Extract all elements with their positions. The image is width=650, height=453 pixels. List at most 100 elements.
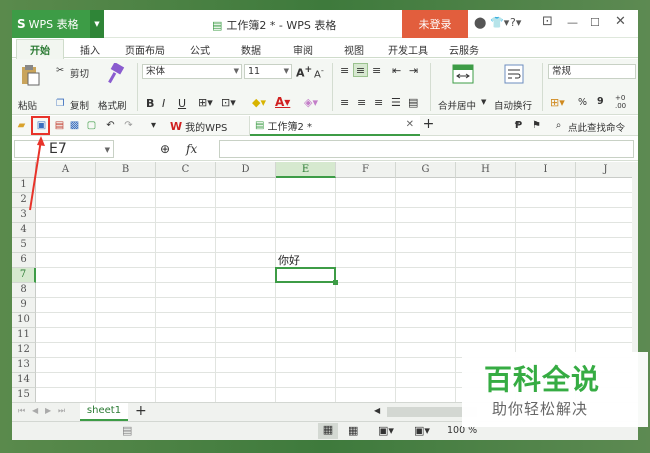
tab-page-layout[interactable]: 页面布局 xyxy=(125,42,165,57)
shrink-font-icon[interactable]: A- xyxy=(314,65,324,80)
tab-data[interactable]: 数据 xyxy=(241,42,261,57)
column-header-b[interactable]: B xyxy=(96,162,156,178)
grow-font-icon[interactable]: A+ xyxy=(296,64,312,80)
app-menu-button[interactable]: S WPS 表格 ▼ xyxy=(12,10,104,38)
row-header-5[interactable]: 5 xyxy=(12,238,36,253)
row-header-10[interactable]: 10 xyxy=(12,313,36,328)
tab-view[interactable]: 视图 xyxy=(344,42,364,57)
add-sheet-button[interactable]: + xyxy=(135,403,147,419)
column-header-h[interactable]: H xyxy=(456,162,516,178)
chevron-down-icon[interactable]: ▼ xyxy=(481,98,486,106)
print-preview-icon[interactable]: ▢ xyxy=(85,119,98,132)
border-icon[interactable]: ⊞▾ xyxy=(198,96,213,109)
sheet-tab-sheet1[interactable]: sheet1 xyxy=(80,403,128,421)
active-cell-e7[interactable] xyxy=(275,267,336,283)
currency-icon[interactable]: ⊞▾ xyxy=(550,96,565,109)
paste-icon[interactable] xyxy=(20,64,40,86)
column-header-e[interactable]: E xyxy=(276,162,336,178)
format-painter-button[interactable]: 格式刷 xyxy=(98,98,127,112)
sheet-nav-last-icon[interactable]: ⏭ xyxy=(58,406,65,416)
align-center-icon[interactable]: ≡ xyxy=(357,96,366,109)
page-layout-view-icon[interactable]: ▣▾ xyxy=(378,424,394,437)
column-header-j[interactable]: J xyxy=(576,162,636,178)
thousands-button[interactable]: 9 xyxy=(597,96,604,107)
tab-my-wps[interactable]: W 我的WPS xyxy=(165,116,250,136)
cell-e6[interactable]: 你好 xyxy=(278,253,300,268)
format-painter-icon[interactable] xyxy=(107,63,125,85)
new-tab-icon[interactable]: + xyxy=(422,117,435,131)
scissors-icon[interactable]: ✂ xyxy=(56,65,64,76)
zoom-search-icon[interactable]: ⊕ xyxy=(160,142,170,156)
distributed-icon[interactable]: ▤ xyxy=(408,96,418,109)
align-bottom-icon[interactable]: ≡ xyxy=(372,64,381,77)
close-tab-icon[interactable]: ✕ xyxy=(406,119,414,130)
row-header-12[interactable]: 12 xyxy=(12,343,36,358)
tab-insert[interactable]: 插入 xyxy=(80,42,100,57)
reading-mode-icon[interactable]: ▣▾ xyxy=(414,424,430,437)
copy-icon[interactable]: ❐ xyxy=(56,98,65,109)
command-search[interactable]: 点此查找命令 xyxy=(568,120,625,134)
clear-format-icon[interactable]: ◈▾ xyxy=(304,96,318,109)
tab-developer[interactable]: 开发工具 xyxy=(388,42,428,57)
align-right-icon[interactable]: ≡ xyxy=(374,96,383,109)
indent-decrease-icon[interactable]: ⇤ xyxy=(392,64,401,77)
tab-workbook[interactable]: ▤ 工作簿2 * ✕ xyxy=(250,116,420,136)
tab-home[interactable]: 开始 xyxy=(16,39,64,59)
sheet-nav-first-icon[interactable]: ⏮ xyxy=(18,406,25,416)
scroll-left-icon[interactable]: ◀ xyxy=(374,406,380,415)
tab-cloud[interactable]: 云服务 xyxy=(449,42,479,57)
insert-function-button[interactable]: fx xyxy=(186,142,197,156)
merge-center-icon[interactable] xyxy=(452,64,474,84)
help-icon[interactable]: ?▾ xyxy=(510,16,521,29)
formula-input[interactable] xyxy=(219,140,634,158)
wrap-text-button[interactable]: 自动换行 xyxy=(494,98,532,112)
fill-handle[interactable] xyxy=(333,280,338,285)
row-header-6[interactable]: 6 xyxy=(12,253,36,268)
login-button[interactable]: 未登录 xyxy=(402,10,468,38)
customize-icon[interactable]: ▾ xyxy=(147,119,160,132)
row-header-15[interactable]: 15 xyxy=(12,388,36,403)
sheet-nav-next-icon[interactable]: ▶ xyxy=(45,406,51,415)
tab-review[interactable]: 审阅 xyxy=(293,42,313,57)
column-header-i[interactable]: I xyxy=(516,162,576,178)
chevron-down-icon[interactable]: ▼ xyxy=(90,10,104,38)
wrap-text-icon[interactable] xyxy=(504,64,524,84)
font-color-icon[interactable]: A▾ xyxy=(275,95,290,109)
align-left-icon[interactable]: ≡ xyxy=(340,96,349,109)
tab-formulas[interactable]: 公式 xyxy=(190,42,210,57)
italic-button[interactable]: I xyxy=(162,97,165,110)
cell-style-icon[interactable]: ⊡▾ xyxy=(221,96,236,109)
page-break-view-icon[interactable]: ▦ xyxy=(348,424,358,437)
search-icon[interactable]: ⌕ xyxy=(552,119,565,132)
row-header-13[interactable]: 13 xyxy=(12,358,36,373)
row-header-8[interactable]: 8 xyxy=(12,283,36,298)
minimize-icon[interactable]: — xyxy=(567,16,578,29)
merge-center-button[interactable]: 合并居中 xyxy=(438,98,476,112)
indent-increase-icon[interactable]: ⇥ xyxy=(409,64,418,77)
row-header-14[interactable]: 14 xyxy=(12,373,36,388)
flag-icon[interactable]: ⚑ xyxy=(530,119,543,132)
maximize-icon[interactable]: ☐ xyxy=(590,16,600,29)
row-header-9[interactable]: 9 xyxy=(12,298,36,313)
font-size-select[interactable]: 11 ▼ xyxy=(244,64,292,79)
align-middle-icon[interactable]: ≡ xyxy=(353,63,368,77)
decimal-icon[interactable]: +0.00 xyxy=(615,94,626,110)
close-icon[interactable]: ✕ xyxy=(615,14,626,29)
column-header-f[interactable]: F xyxy=(336,162,396,178)
undo-icon[interactable]: ↶ xyxy=(104,119,117,132)
skin-icon[interactable]: ⬤ xyxy=(474,16,486,29)
shirt-icon[interactable]: 👕▾ xyxy=(490,16,509,29)
column-header-g[interactable]: G xyxy=(396,162,456,178)
sheet-nav-prev-icon[interactable]: ◀ xyxy=(32,406,38,415)
macro-icon[interactable]: ▤ xyxy=(122,424,132,437)
row-header-4[interactable]: 4 xyxy=(12,223,36,238)
underline-button[interactable]: U xyxy=(178,97,186,110)
row-header-7[interactable]: 7 xyxy=(12,268,36,283)
redo-icon[interactable]: ↷ xyxy=(122,119,135,132)
backup-icon[interactable]: Ᵽ xyxy=(512,119,525,132)
copy-button[interactable]: 复制 xyxy=(70,98,89,112)
normal-view-icon[interactable]: ▦ xyxy=(318,423,338,439)
number-format-select[interactable]: 常规 xyxy=(548,64,636,79)
font-name-select[interactable]: 宋体 ▼ xyxy=(142,64,242,79)
row-header-11[interactable]: 11 xyxy=(12,328,36,343)
